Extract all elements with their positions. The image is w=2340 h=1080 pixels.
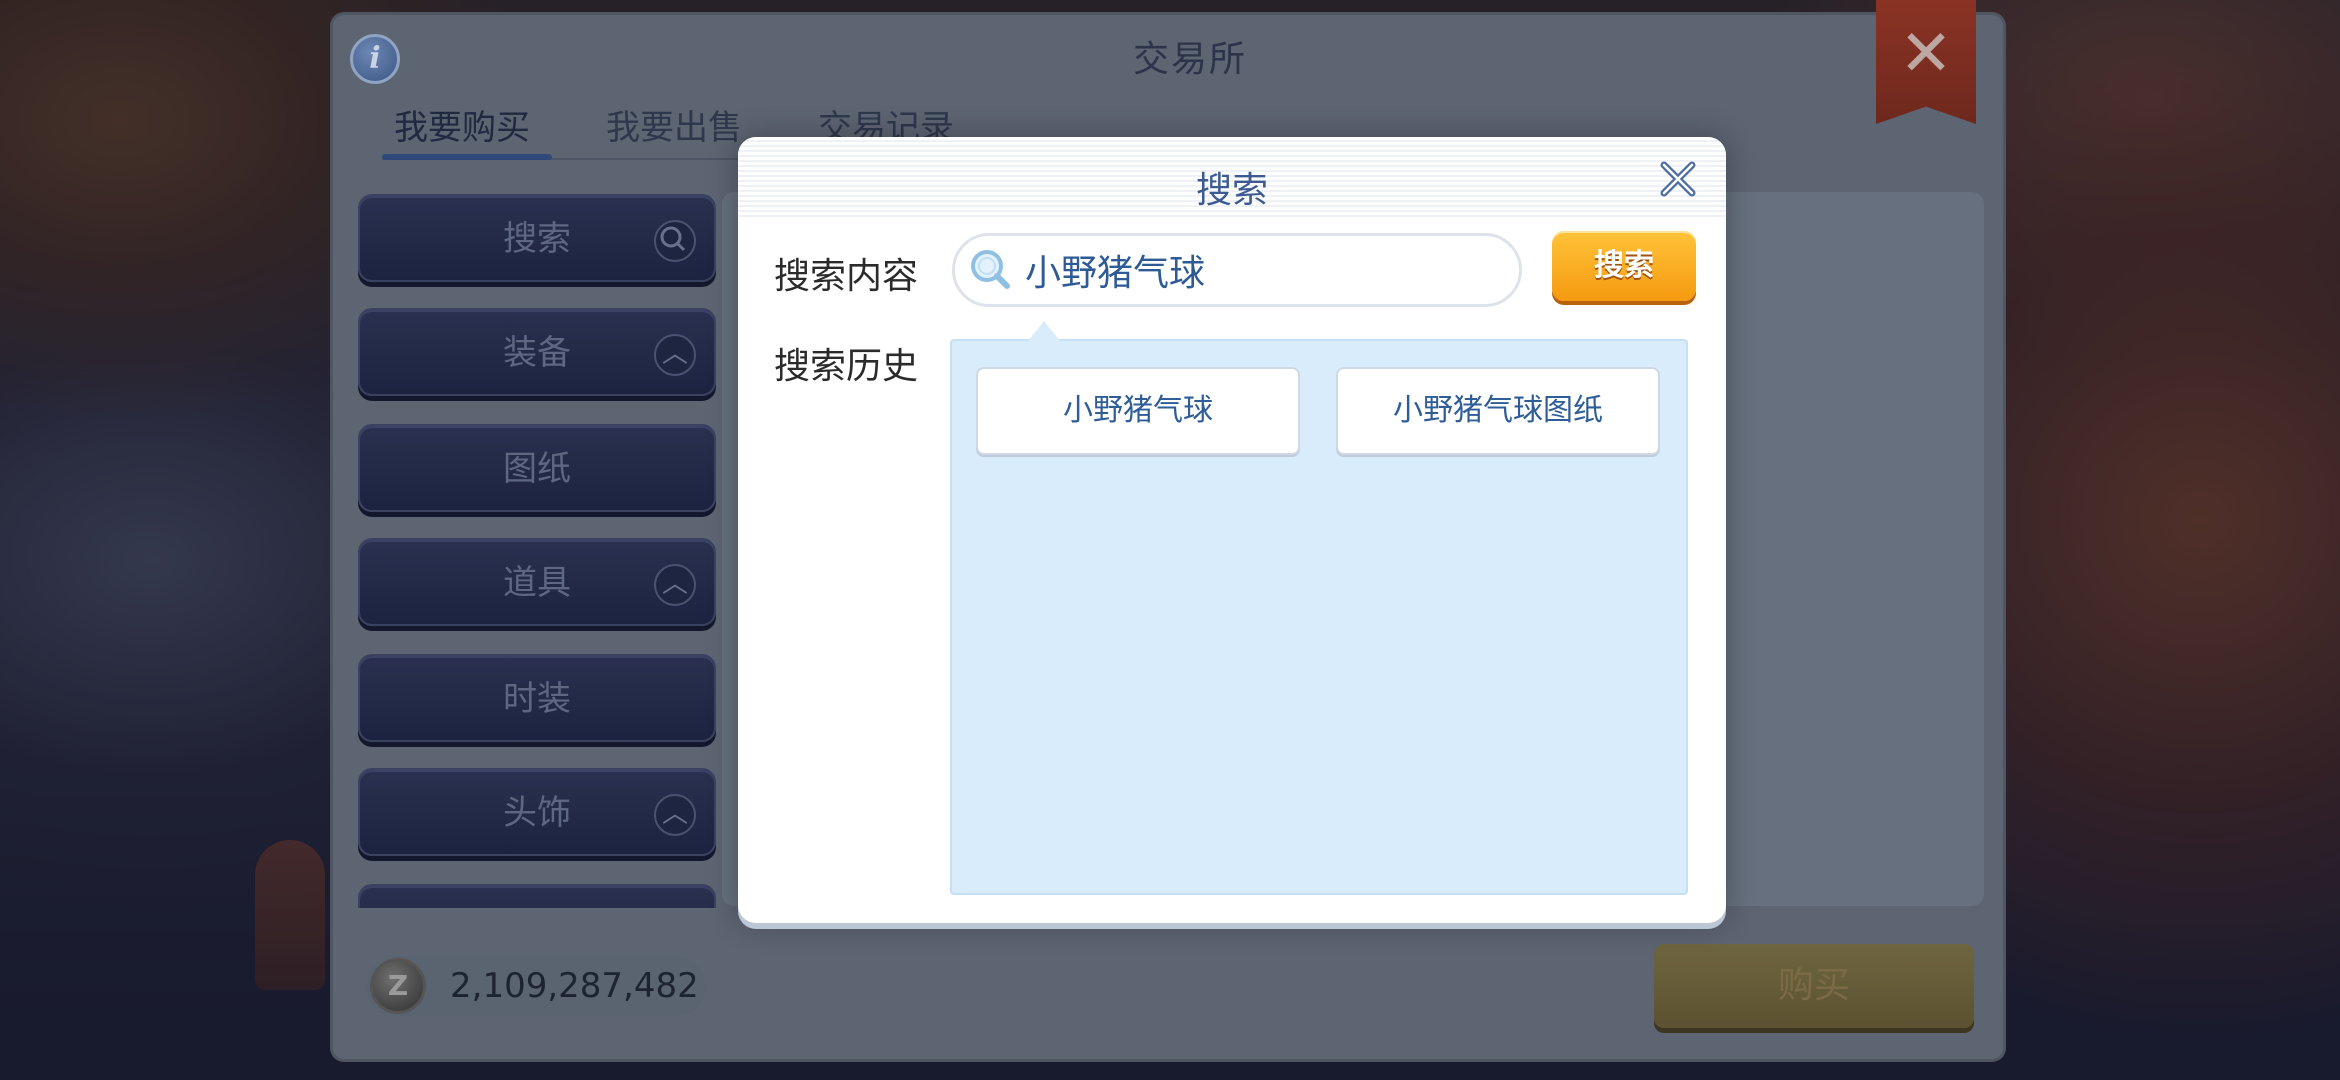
- search-field[interactable]: [952, 233, 1522, 307]
- category-blueprint-button[interactable]: 图纸: [358, 424, 716, 512]
- search-icon: [654, 220, 696, 262]
- chevron-up-icon: ︿: [654, 334, 696, 376]
- close-icon: ✕: [1899, 17, 1953, 91]
- search-history-label: 搜索历史: [774, 346, 919, 387]
- category-items-button[interactable]: 道具 ︿: [358, 538, 716, 626]
- tab-sell[interactable]: 我要出售: [606, 100, 742, 149]
- history-item[interactable]: 小野猪气球图纸: [1336, 367, 1660, 455]
- search-dialog: 搜索 搜索内容 搜索 搜索历史 小野猪气球 小野猪气球图纸: [738, 137, 1726, 923]
- search-button[interactable]: 搜索: [1552, 231, 1696, 301]
- category-label: 图纸: [503, 449, 571, 489]
- search-button-label: 搜索: [1594, 248, 1654, 283]
- category-fashion-button[interactable]: 时装: [358, 654, 716, 742]
- dialog-title: 搜索: [1195, 170, 1268, 211]
- exchange-title: 交易所: [1132, 39, 1247, 80]
- zeny-balance: 2,109,287,482: [450, 966, 699, 1006]
- active-tab-indicator: [382, 154, 552, 160]
- history-item[interactable]: 小野猪气球: [976, 367, 1300, 455]
- category-headwear-button[interactable]: 头饰 ︿: [358, 768, 716, 856]
- close-icon: [1660, 161, 1696, 197]
- tab-buy[interactable]: 我要购买: [394, 100, 530, 149]
- category-equipment-button[interactable]: 装备 ︿: [358, 308, 716, 396]
- category-search-button[interactable]: 搜索: [358, 194, 716, 282]
- search-input[interactable]: [1025, 244, 1505, 296]
- exchange-close-button[interactable]: ✕: [1876, 0, 1976, 124]
- info-icon[interactable]: i: [350, 34, 400, 84]
- chevron-up-icon: ︿: [654, 564, 696, 606]
- chevron-up-icon: ︿: [654, 794, 696, 836]
- history-pointer: [1028, 321, 1060, 341]
- category-next-button[interactable]: [358, 884, 716, 908]
- category-label: 时装: [503, 679, 571, 719]
- history-item-label: 小野猪气球图纸: [1393, 393, 1603, 428]
- zeny-coin-icon: Z: [370, 958, 426, 1014]
- category-list-overflow: [358, 884, 716, 908]
- search-content-label: 搜索内容: [774, 256, 919, 297]
- buy-button-label: 购买: [1777, 965, 1850, 1006]
- dialog-close-button[interactable]: [1658, 159, 1698, 199]
- magnifier-icon: [971, 250, 1010, 289]
- buy-button[interactable]: 购买: [1654, 944, 1974, 1028]
- history-item-label: 小野猪气球: [1063, 393, 1213, 428]
